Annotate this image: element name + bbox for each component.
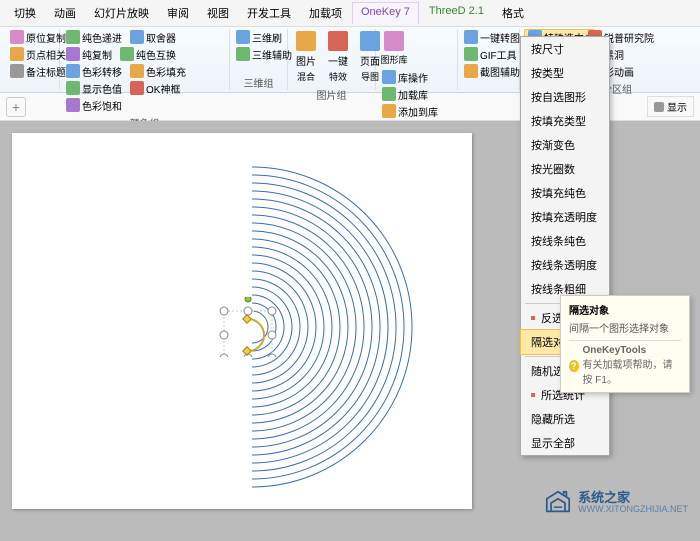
- tooltip-title: 隔选对象: [569, 302, 681, 317]
- tab-threed[interactable]: ThreeD 2.1: [421, 2, 492, 24]
- menu-hide-selected[interactable]: 隐藏所选: [521, 407, 609, 431]
- group-label-3d: 三维组: [234, 73, 283, 90]
- picker-icon: [130, 30, 144, 44]
- btn-copy-inplace[interactable]: 原位复制: [8, 29, 68, 45]
- btn-add-lib[interactable]: 添加到库: [380, 103, 440, 119]
- tab-view[interactable]: 视图: [199, 2, 237, 24]
- tab-format[interactable]: 格式: [494, 2, 532, 24]
- watermark-url: WWW.XITONGZHIJIA.NET: [578, 505, 688, 515]
- lib-icon: [384, 31, 404, 51]
- btn-gif-tool[interactable]: GIF工具: [462, 46, 519, 62]
- copy-icon: [10, 30, 24, 44]
- btn-3d-assist[interactable]: 三维辅助: [234, 46, 294, 62]
- btn-color-fill[interactable]: 色彩填充: [128, 63, 188, 79]
- tooltip-help-text: 有关加载项帮助，请按 F1。: [583, 356, 682, 386]
- shot-icon: [464, 64, 478, 78]
- tab-onekey7[interactable]: OneKey 7: [352, 2, 419, 24]
- note-icon: [10, 64, 24, 78]
- bullet-icon-2: [531, 393, 535, 397]
- help-icon: ?: [569, 360, 579, 372]
- watermark-name: 系统之家: [578, 491, 688, 505]
- selected-shape[interactable]: [208, 297, 288, 357]
- loadlib-icon: [382, 87, 396, 101]
- btn-ok-frame[interactable]: OK神框: [128, 80, 182, 96]
- tab-animation[interactable]: 动画: [46, 2, 84, 24]
- sat-icon: [66, 98, 80, 112]
- brush3d-icon: [236, 30, 250, 44]
- bullet-icon: [531, 316, 535, 320]
- btn-3d-brush[interactable]: 三维刷: [234, 29, 284, 45]
- btn-color-progress[interactable]: 纯色递进: [64, 29, 124, 45]
- btn-page-related[interactable]: 页点相关: [8, 46, 68, 62]
- tooltip-description: 间隔一个图形选择对象: [569, 320, 681, 335]
- btn-picker[interactable]: 取舍器: [128, 29, 178, 45]
- menu-show-all[interactable]: 显示全部: [521, 431, 609, 455]
- tab-addins[interactable]: 加载项: [301, 2, 350, 24]
- tab-slideshow[interactable]: 幻灯片放映: [86, 2, 157, 24]
- transfer-icon: [66, 64, 80, 78]
- concentric-arcs[interactable]: [142, 157, 462, 497]
- btn-pure-copy[interactable]: 纯复制: [64, 46, 114, 62]
- tooltip: 隔选对象 间隔一个图形选择对象 ? OneKeyTools 有关加载项帮助，请按…: [560, 295, 690, 393]
- btn-lib-op[interactable]: 库操作: [380, 69, 440, 85]
- tooltip-help: ? OneKeyTools 有关加载项帮助，请按 F1。: [569, 340, 681, 386]
- gif-icon: [464, 47, 478, 61]
- page-icon: [10, 47, 24, 61]
- btn-color-transfer[interactable]: 色彩转移: [64, 63, 124, 79]
- btn-shape-lib[interactable]: 图形库: [380, 29, 408, 68]
- menu-by-size[interactable]: 按尺寸: [521, 37, 609, 61]
- tab-transition[interactable]: 切换: [6, 2, 44, 24]
- blend-icon: [296, 31, 316, 51]
- slide[interactable]: [12, 133, 472, 509]
- copy2-icon: [66, 47, 80, 61]
- tab-review[interactable]: 审阅: [159, 2, 197, 24]
- btn-screenshot[interactable]: 截图辅助: [462, 63, 522, 79]
- effect-icon: [328, 31, 348, 51]
- display-toggle[interactable]: 显示: [647, 96, 694, 117]
- value-icon: [66, 81, 80, 95]
- btn-load-lib[interactable]: 加载库: [380, 86, 440, 102]
- btn-color-swap[interactable]: 纯色互换: [118, 46, 178, 62]
- menu-by-aperture[interactable]: 按光圈数: [521, 157, 609, 181]
- swap-icon: [120, 47, 134, 61]
- menu-by-autoshape[interactable]: 按自选图形: [521, 85, 609, 109]
- btn-show-color[interactable]: 显示色值: [64, 80, 124, 96]
- addlib-icon: [382, 104, 396, 118]
- progress-icon: [66, 30, 80, 44]
- btn-color-sat[interactable]: 色彩饱和: [64, 97, 124, 113]
- add-section-button[interactable]: +: [6, 97, 26, 117]
- menu-by-fillcolor[interactable]: 按填充纯色: [521, 181, 609, 205]
- btn-one-effect[interactable]: 一键特效: [324, 29, 352, 85]
- group-label-image: 图片组: [292, 85, 371, 102]
- fill-icon: [130, 64, 144, 78]
- libop-icon: [382, 70, 396, 84]
- menu-by-type[interactable]: 按类型: [521, 61, 609, 85]
- ribbon-tabs: 切换 动画 幻灯片放映 审阅 视图 开发工具 加载项 OneKey 7 Thre…: [0, 0, 700, 27]
- btn-image-blend[interactable]: 图片混合: [292, 29, 320, 85]
- tab-developer[interactable]: 开发工具: [239, 2, 299, 24]
- watermark-logo-icon: [544, 489, 572, 517]
- btn-note-title[interactable]: 备注标题: [8, 63, 68, 79]
- watermark: 系统之家 WWW.XITONGZHIJIA.NET: [544, 489, 688, 517]
- convert-icon: [464, 30, 478, 44]
- menu-by-lineopacity[interactable]: 按线条透明度: [521, 253, 609, 277]
- menu-by-linecolor[interactable]: 按线条纯色: [521, 229, 609, 253]
- menu-by-fillopacity[interactable]: 按填充透明度: [521, 205, 609, 229]
- assist3d-icon: [236, 47, 250, 61]
- special-select-menu: 按尺寸 按类型 按自选图形 按填充类型 按渐变色 按光圈数 按填充纯色 按填充透…: [520, 36, 610, 456]
- frame-icon: [130, 81, 144, 95]
- menu-by-gradient[interactable]: 按渐变色: [521, 133, 609, 157]
- btn-one-convert[interactable]: 一键转图: [462, 29, 522, 45]
- menu-by-filltype[interactable]: 按填充类型: [521, 109, 609, 133]
- display-icon: [654, 102, 664, 112]
- tooltip-brand: OneKeyTools: [583, 345, 682, 356]
